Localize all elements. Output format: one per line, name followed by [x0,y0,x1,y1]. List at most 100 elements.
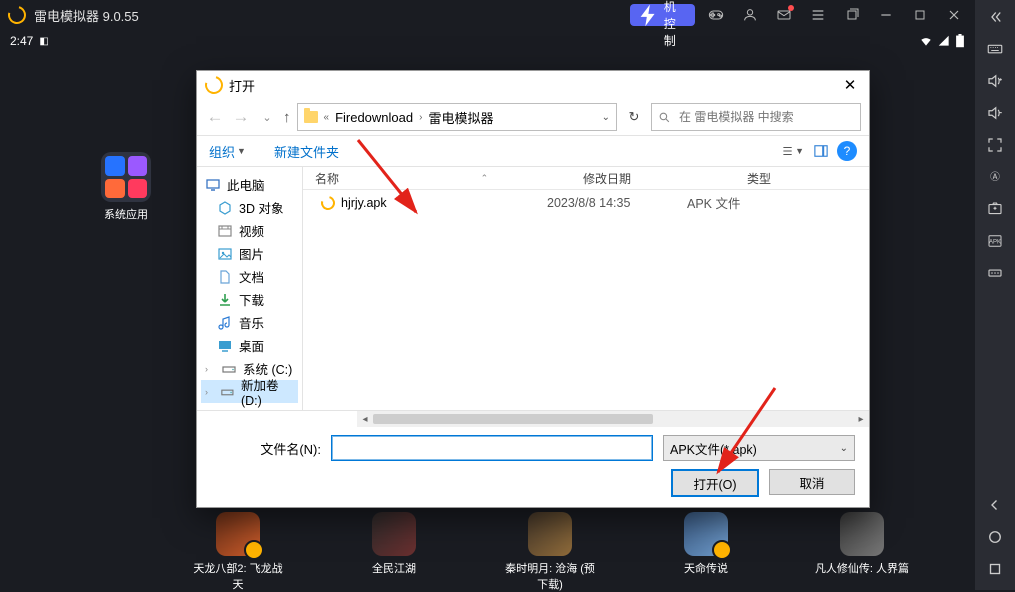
dialog-icon [202,73,227,98]
file-name: hjrjy.apk [341,196,387,210]
mail-icon[interactable] [771,2,797,28]
scrollbar-thumb[interactable] [373,414,653,424]
collapse-icon[interactable] [986,8,1004,26]
dock-item-2[interactable]: 全民江湖 [346,512,442,582]
popup-icon[interactable] [839,2,865,28]
tree-item-desktop[interactable]: 桌面 [201,334,298,357]
right-toolbar: Ⓐ APK [975,0,1015,590]
dock-label: 天龙八部2: 飞龙战天 [190,560,286,592]
drive-icon [220,384,235,400]
dialog-close-button[interactable]: ✕ [839,76,861,94]
dock: 天龙八部2: 飞龙战天 全民江湖 秦时明月: 沧海 (预下载) 天命传说 凡人修… [0,512,935,582]
col-header-type[interactable]: 类型 [735,170,869,187]
tree-item-pc[interactable]: 此电脑 [201,173,298,196]
desktop-app-icon[interactable]: 系统应用 [98,152,154,222]
maximize-button[interactable] [907,2,933,28]
cube-icon [217,200,233,216]
wifi-icon [919,34,933,48]
file-row[interactable]: hjrjy.apk 2023/8/8 14:35 APK 文件 [303,190,869,215]
tree-item-video[interactable]: 视频 [201,219,298,242]
search-box[interactable] [651,103,861,131]
bolt-icon [636,3,661,28]
nav-up-button[interactable]: ↑ [283,109,291,126]
dock-label: 天命传说 [658,560,754,576]
col-header-date[interactable]: 修改日期 [571,170,735,187]
dock-item-4[interactable]: 天命传说 [658,512,754,582]
folder-tree: 此电脑 3D 对象 视频 图片 文档 下载 音乐 桌面 ›系统 (C:) ›新加… [197,167,303,410]
app-logo [5,3,30,28]
minimize-button[interactable] [873,2,899,28]
cancel-button[interactable]: 取消 [769,469,855,495]
breadcrumb-segment[interactable]: 雷电模拟器 [428,108,493,127]
nav-home-icon[interactable] [986,528,1004,546]
gamepad-icon[interactable] [703,2,729,28]
dock-item-1[interactable]: 天龙八部2: 飞龙战天 [190,512,286,582]
downloads-icon [217,292,233,308]
screenshot-icon[interactable] [986,200,1004,218]
col-header-name[interactable]: 名称⌃ [303,170,571,187]
android-statusbar: 2:47 ◧ [0,30,975,52]
tree-item-music[interactable]: 音乐 [201,311,298,334]
svg-text:Ⓐ: Ⓐ [990,171,1000,183]
scrollbar-track[interactable]: ◂ ▸ [357,411,869,427]
svg-text:APK: APK [989,239,1001,245]
record-icon[interactable]: APK [986,232,1004,250]
phone-control-label: 手机控制 [664,0,687,49]
apk-icon [318,193,337,212]
breadcrumb-segment[interactable]: Firedownload [335,110,413,125]
signal-icon [937,34,951,48]
address-dropdown[interactable]: ⌄ [602,112,610,123]
user-icon[interactable] [737,2,763,28]
open-file-dialog: 打开 ✕ ← → ⌄ ↑ « Firedownload › 雷电模拟器 ⌄ ↻ … [196,70,870,508]
chevron-down-icon: ⌄ [840,443,848,454]
column-headers: 名称⌃ 修改日期 类型 [303,167,869,190]
video-icon [217,223,233,239]
scroll-right-button[interactable]: ▸ [853,414,869,425]
search-input[interactable] [677,109,854,125]
keyboard-icon[interactable] [986,40,1004,58]
dialog-toolbar: 组织 ▼ 新建文件夹 ▼ ? [197,135,869,167]
organize-button[interactable]: 组织 ▼ [209,142,246,161]
tree-item-downloads[interactable]: 下载 [201,288,298,311]
pictures-icon [217,246,233,262]
rotate-icon[interactable]: Ⓐ [986,168,1004,186]
help-button[interactable]: ? [837,141,857,161]
volume-up-icon[interactable] [986,72,1004,90]
filename-input[interactable] [331,435,653,461]
fullscreen-icon[interactable] [986,136,1004,154]
dock-item-3[interactable]: 秦时明月: 沧海 (预下载) [502,512,598,582]
filetype-filter[interactable]: APK文件(*.apk)⌄ [663,435,855,461]
menu-icon[interactable] [805,2,831,28]
dock-item-5[interactable]: 凡人修仙传: 人界篇 [814,512,910,582]
dialog-title: 打开 [229,76,255,95]
tree-item-documents[interactable]: 文档 [201,265,298,288]
volume-down-icon[interactable] [986,104,1004,122]
scroll-left-button[interactable]: ◂ [357,414,373,425]
breadcrumb-separator: › [419,112,422,123]
nav-back-icon[interactable] [986,496,1004,514]
new-folder-button[interactable]: 新建文件夹 [274,142,339,161]
file-pane: 名称⌃ 修改日期 类型 hjrjy.apk 2023/8/8 14:35 APK… [303,167,869,410]
refresh-button[interactable]: ↻ [623,109,645,125]
phone-control-button[interactable]: 手机控制 [630,4,695,26]
file-date: 2023/8/8 14:35 [547,196,687,210]
view-preview-button[interactable] [809,139,833,163]
tree-item-pictures[interactable]: 图片 [201,242,298,265]
view-details-button[interactable]: ▼ [781,139,805,163]
nav-recent-icon[interactable] [986,560,1004,578]
nav-forward-button[interactable]: → [231,107,251,127]
open-button[interactable]: 打开(O) [671,469,759,497]
dialog-navbar: ← → ⌄ ↑ « Firedownload › 雷电模拟器 ⌄ ↻ [197,99,869,135]
close-button[interactable] [941,2,967,28]
tree-item-3d[interactable]: 3D 对象 [201,196,298,219]
desktop-icon [217,338,233,354]
more-icon[interactable] [986,264,1004,282]
search-icon [658,111,671,124]
nav-history-dropdown[interactable]: ⌄ [257,111,277,124]
address-bar[interactable]: « Firedownload › 雷电模拟器 ⌄ [297,103,618,131]
tree-item-d-drive[interactable]: ›新加卷 (D:) [201,380,298,403]
music-icon [217,315,233,331]
dock-label: 凡人修仙传: 人界篇 [814,560,910,576]
breadcrumb-separator: « [324,112,330,123]
nav-back-button[interactable]: ← [205,107,225,127]
